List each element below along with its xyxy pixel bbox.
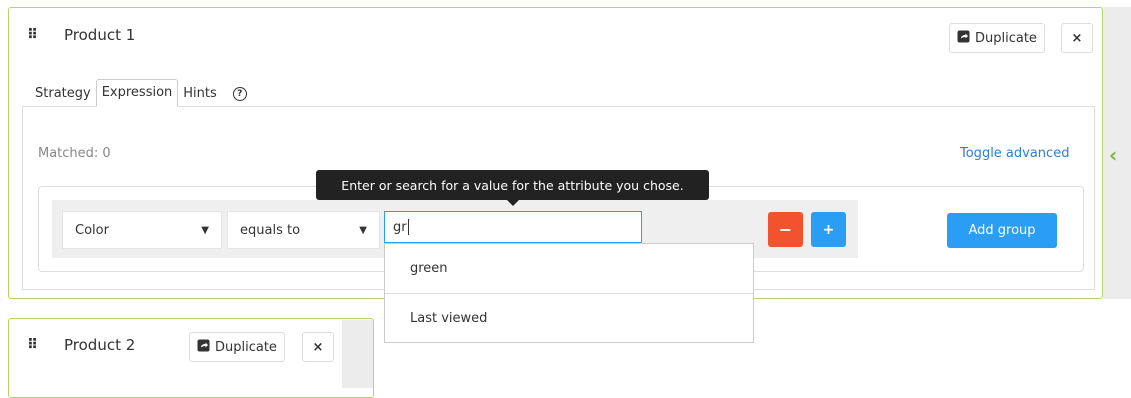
tab-strategy[interactable]: Strategy bbox=[30, 81, 96, 107]
tab-bar: Strategy Expression Hints ? bbox=[30, 79, 252, 107]
product-1-title: Product 1 bbox=[64, 26, 136, 44]
tooltip-arrow bbox=[507, 200, 519, 206]
attribute-select-value: Color bbox=[75, 222, 109, 238]
duplicate-button[interactable]: Duplicate bbox=[189, 332, 285, 362]
close-button[interactable]: × bbox=[1061, 23, 1093, 53]
duplicate-label: Duplicate bbox=[975, 30, 1037, 46]
drag-handle-icon[interactable]: ⠿ bbox=[27, 338, 38, 352]
duplicate-label: Duplicate bbox=[215, 339, 277, 355]
close-button[interactable]: × bbox=[302, 332, 334, 362]
suggestion-dropdown: green Last viewed bbox=[384, 243, 754, 343]
add-condition-button[interactable]: + bbox=[811, 212, 846, 247]
suggestion-item[interactable]: Last viewed bbox=[385, 293, 753, 342]
suggestion-item[interactable]: green bbox=[385, 244, 753, 293]
value-input[interactable]: gr bbox=[384, 211, 642, 243]
remove-condition-button[interactable]: − bbox=[768, 212, 803, 247]
toggle-advanced-link[interactable]: Toggle advanced bbox=[960, 146, 1069, 161]
attribute-select[interactable]: Color ▼ bbox=[62, 211, 222, 249]
share-icon bbox=[957, 30, 970, 47]
share-icon bbox=[197, 339, 210, 356]
text-cursor bbox=[407, 219, 409, 235]
caret-down-icon: ▼ bbox=[359, 224, 367, 236]
close-icon: × bbox=[1071, 30, 1083, 46]
value-tooltip: Enter or search for a value for the attr… bbox=[316, 170, 709, 200]
tab-hints[interactable]: Hints bbox=[178, 81, 222, 107]
operator-select[interactable]: equals to ▼ bbox=[227, 211, 380, 249]
add-group-button[interactable]: Add group bbox=[947, 213, 1057, 248]
caret-down-icon: ▼ bbox=[201, 224, 209, 236]
duplicate-button[interactable]: Duplicate bbox=[949, 23, 1045, 53]
plus-icon: + bbox=[822, 221, 835, 238]
card-2-side-strip bbox=[342, 320, 373, 388]
product-2-title: Product 2 bbox=[64, 336, 136, 354]
chevron-left-icon[interactable]: ‹ bbox=[1109, 145, 1117, 165]
close-icon: × bbox=[312, 339, 324, 355]
help-icon: ? bbox=[232, 87, 247, 101]
operator-select-value: equals to bbox=[240, 222, 301, 238]
minus-icon: − bbox=[778, 220, 793, 239]
drag-handle-icon[interactable]: ⠿ bbox=[27, 28, 38, 42]
tab-expression[interactable]: Expression bbox=[95, 79, 179, 107]
help-button[interactable]: ? bbox=[222, 80, 252, 107]
matched-count: Matched: 0 bbox=[38, 146, 111, 161]
value-input-text: gr bbox=[393, 219, 407, 235]
